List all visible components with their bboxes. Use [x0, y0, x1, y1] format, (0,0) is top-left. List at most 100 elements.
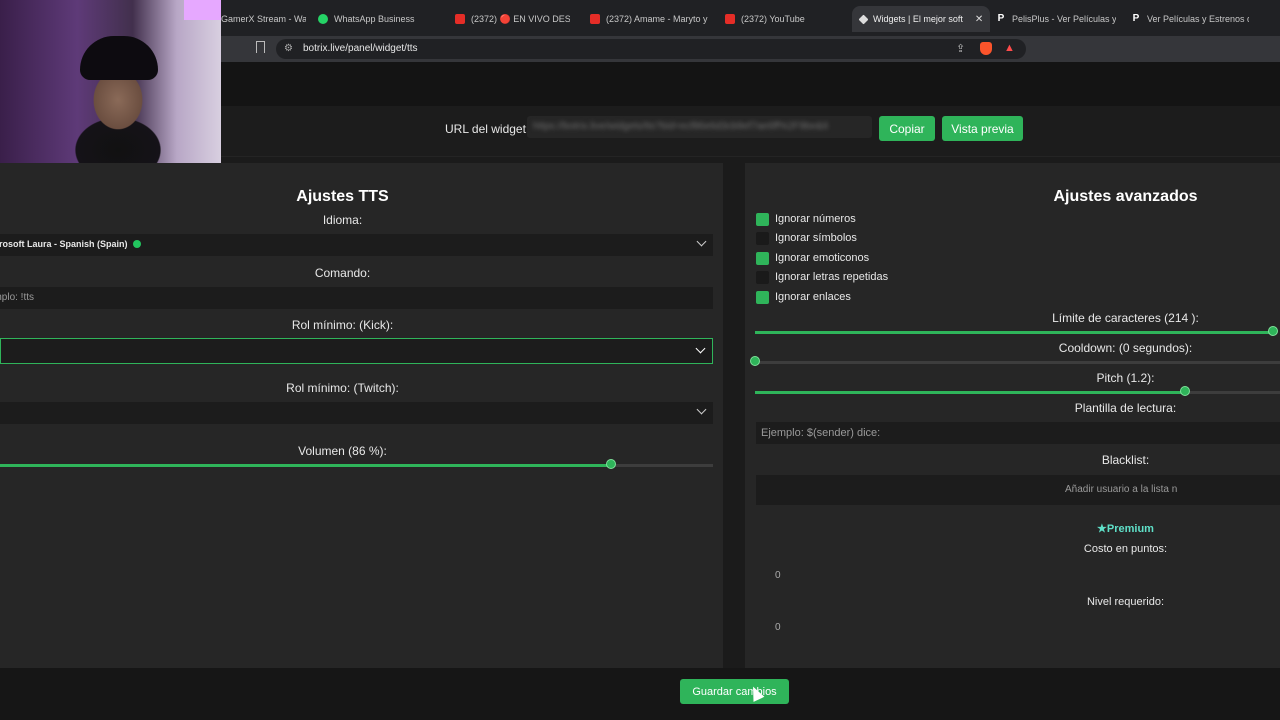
- whatsapp-icon: [318, 14, 328, 24]
- browser-tab[interactable]: P Ver Películas y Estrenos de: [1131, 8, 1249, 30]
- checkbox[interactable]: [756, 212, 769, 226]
- close-icon[interactable]: ✕: [975, 14, 983, 25]
- bookmark-icon[interactable]: [256, 41, 265, 53]
- browser-tab[interactable]: (2372) 🔴 EN VIVO DES: [455, 8, 570, 30]
- volume-slider-thumb[interactable]: [606, 459, 617, 469]
- template-input[interactable]: Ejemplo: $(sender) dice:: [756, 422, 1280, 444]
- blacklist-input[interactable]: Añadir usuario a la lista n: [756, 475, 1280, 505]
- browser-tab[interactable]: (2372) Amame - Maryto y s: [590, 8, 708, 30]
- blacklist-placeholder: Añadir usuario a la lista n: [1065, 484, 1178, 495]
- option-ignore-numbers[interactable]: Ignorar números: [756, 212, 856, 226]
- option-ignore-emotes[interactable]: Ignorar emoticonos: [756, 251, 869, 265]
- browser-tab[interactable]: P PelisPlus - Ver Películas y Se: [996, 8, 1116, 30]
- site-settings-icon[interactable]: ⚙: [284, 43, 293, 54]
- twitch-role-select[interactable]: [0, 402, 713, 424]
- tts-settings-panel: Ajustes TTS Idioma: Microsoft Laura - Sp…: [0, 163, 723, 668]
- volume-label: Volumen (86 %):: [298, 444, 387, 458]
- star-icon: ★: [1097, 523, 1107, 535]
- option-label: Ignorar letras repetidas: [775, 271, 889, 283]
- url-text[interactable]: botrix.live/panel/widget/tts: [303, 43, 418, 54]
- pitch-slider[interactable]: [755, 386, 1280, 396]
- language-value: Microsoft Laura - Spanish (Spain): [0, 239, 141, 249]
- cooldown-label: Cooldown: (0 segundos):: [1058, 341, 1193, 355]
- volume-slider-fill: [0, 464, 612, 467]
- cost-input[interactable]: 0: [758, 556, 1280, 596]
- checkbox[interactable]: [756, 231, 769, 245]
- checkbox[interactable]: [756, 270, 769, 284]
- browser-tab[interactable]: WhatsApp Business: [318, 8, 438, 30]
- premium-badge: ★Premium: [1097, 522, 1154, 535]
- preview-button[interactable]: Vista previa: [942, 116, 1023, 141]
- tab-label: (2372) YouTube: [741, 14, 805, 24]
- chevron-down-icon: [696, 404, 707, 415]
- url-bar[interactable]: ⚙ botrix.live/panel/widget/tts ⇪ ▲: [276, 39, 1026, 59]
- copy-button[interactable]: Copiar: [879, 116, 935, 141]
- youtube-icon: [725, 14, 735, 24]
- advanced-settings-title: Ajustes avanzados: [1053, 188, 1198, 205]
- webcam-overlay: [0, 0, 221, 163]
- checkbox[interactable]: [756, 251, 769, 265]
- premium-label: Premium: [1106, 523, 1154, 535]
- pitch-slider-fill: [755, 391, 1185, 394]
- widget-url-label: URL del widget:: [445, 122, 530, 136]
- webcam-background-light: [184, 0, 221, 20]
- chevron-down-icon: [695, 343, 706, 354]
- youtube-icon: [590, 14, 600, 24]
- cost-label: Costo en puntos:: [1083, 543, 1168, 555]
- cost-value: 0: [775, 570, 781, 581]
- option-ignore-symbols[interactable]: Ignorar símbolos: [756, 231, 857, 245]
- tab-label: WhatsApp Business: [334, 14, 415, 24]
- blacklist-label: Blacklist:: [1101, 453, 1150, 467]
- option-label: Ignorar números: [775, 213, 856, 225]
- kick-role-select[interactable]: [0, 338, 713, 364]
- share-icon[interactable]: ⇪: [956, 42, 965, 55]
- twitch-role-label: Rol mínimo: (Twitch):: [286, 381, 399, 395]
- char-limit-label: Límite de caracteres (214 ):: [1052, 311, 1199, 325]
- option-label: Ignorar enlaces: [775, 291, 851, 303]
- widget-url-field[interactable]: https://botrix.live/widgets/tts?bid=ecf8…: [527, 116, 872, 138]
- cooldown-slider-thumb[interactable]: [750, 356, 760, 366]
- tab-label: (2372) Amame - Maryto y s: [606, 14, 708, 24]
- brave-shield-icon[interactable]: [980, 42, 992, 55]
- command-input[interactable]: Ejemplo: !tts: [0, 287, 713, 309]
- template-label: Plantilla de lectura:: [1074, 401, 1177, 415]
- option-ignore-links[interactable]: Ignorar enlaces: [756, 290, 851, 304]
- cooldown-slider[interactable]: [750, 356, 1280, 366]
- webcam-person: [80, 36, 158, 80]
- option-label: Ignorar emoticonos: [775, 252, 870, 264]
- pitch-label: Pitch (1.2):: [1096, 371, 1155, 385]
- tab-label: (2372) 🔴 EN VIVO DES: [471, 13, 570, 24]
- footer-bar: [0, 668, 1280, 720]
- tts-settings-title: Ajustes TTS: [296, 188, 389, 205]
- brave-rewards-icon[interactable]: ▲: [1004, 42, 1015, 54]
- youtube-icon: [455, 14, 465, 24]
- level-input[interactable]: 0: [758, 608, 1280, 648]
- char-limit-slider[interactable]: [755, 326, 1278, 336]
- save-changes-button[interactable]: Guardar cambios: [680, 679, 789, 704]
- tab-label: Widgets | El mejor soft: [873, 14, 963, 24]
- widget-url-value: https://botrix.live/widgets/tts?bid=ecf8…: [533, 121, 829, 132]
- volume-slider[interactable]: [0, 459, 713, 469]
- char-limit-slider-fill: [755, 331, 1273, 334]
- tab-label: GamerX Stream - Wat: [221, 14, 306, 24]
- pelisplus-icon: P: [1132, 13, 1140, 24]
- option-label: Ignorar símbolos: [775, 232, 857, 244]
- browser-tab-active[interactable]: Widgets | El mejor soft ✕: [852, 6, 990, 32]
- status-dot: [132, 240, 141, 248]
- tab-label: PelisPlus - Ver Películas y Se: [1012, 14, 1116, 24]
- option-ignore-repeated-letters[interactable]: Ignorar letras repetidas: [756, 270, 888, 284]
- checkbox[interactable]: [756, 290, 769, 304]
- language-label: Idioma:: [322, 213, 363, 227]
- pitch-slider-thumb[interactable]: [1179, 386, 1190, 396]
- chevron-down-icon: [696, 236, 707, 247]
- tab-label: Ver Películas y Estrenos de: [1147, 14, 1249, 24]
- char-limit-slider-thumb[interactable]: [1268, 326, 1278, 336]
- botrix-icon: [858, 14, 869, 24]
- command-placeholder: Ejemplo: !tts: [0, 292, 35, 303]
- command-label: Comando:: [314, 266, 371, 280]
- language-select[interactable]: Microsoft Laura - Spanish (Spain): [0, 234, 713, 256]
- level-label: Nivel requerido:: [1086, 596, 1165, 608]
- browser-tab[interactable]: (2372) YouTube: [725, 8, 835, 30]
- browser-tab[interactable]: GamerX Stream - Wat: [221, 8, 306, 30]
- pelisplus-icon: P: [997, 13, 1005, 24]
